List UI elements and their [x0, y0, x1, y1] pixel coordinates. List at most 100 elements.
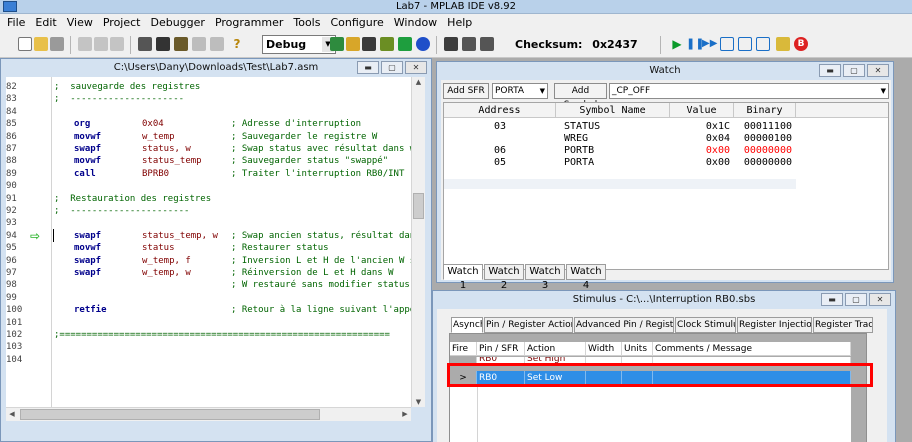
minimize-icon[interactable]: ▬: [819, 64, 841, 77]
code-line[interactable]: 100 retfie ; Retour à la ligne suivant l'a…: [6, 304, 411, 316]
open-project-icon[interactable]: [346, 37, 360, 51]
watch-tab[interactable]: Watch 3: [525, 264, 565, 291]
code-line[interactable]: 88 movwf status_temp ; Sauvegarder status "…: [6, 155, 411, 167]
print-icon[interactable]: [138, 37, 152, 51]
stimulus-tab[interactable]: Clock Stimulus: [675, 317, 736, 333]
maximize-icon[interactable]: ▢: [843, 64, 865, 77]
cut-icon[interactable]: [78, 37, 92, 51]
close-icon[interactable]: ✕: [869, 293, 891, 306]
code-line[interactable]: 90: [6, 180, 411, 192]
watch-row[interactable]: 05 PORTA 0x00 00000000: [444, 157, 796, 169]
copy-icon[interactable]: [94, 37, 108, 51]
find-in-files-icon[interactable]: [174, 37, 188, 51]
build-icon[interactable]: [380, 37, 394, 51]
col-binary[interactable]: Binary: [734, 103, 796, 118]
stimulus-vertical-scrollbar[interactable]: [851, 334, 866, 442]
watch-row[interactable]: 06 PORTB 0x00 00000000: [444, 145, 796, 157]
code-line[interactable]: 97 swapf w_temp, w ; Réinversion de L et H …: [6, 267, 411, 279]
scroll-down-icon[interactable]: ▼: [412, 398, 425, 406]
code-line[interactable]: 103: [6, 341, 411, 353]
code-line[interactable]: 87 swapf status, w ; Swap status avec résul…: [6, 143, 411, 155]
step-over-icon[interactable]: [738, 37, 752, 51]
stimulus-tab[interactable]: Register Injection: [737, 317, 812, 333]
code-line[interactable]: 82 ; sauvegarde des registres: [6, 81, 411, 93]
breakpoint-icon[interactable]: B: [794, 37, 808, 51]
col-width[interactable]: Width: [586, 342, 622, 356]
stimulus-tab[interactable]: Advanced Pin / Register: [574, 317, 674, 333]
code-line[interactable]: 93: [6, 217, 411, 229]
add-sfr-button[interactable]: Add SFR: [443, 83, 489, 99]
col-comments[interactable]: Comments / Message: [653, 342, 851, 356]
code-line[interactable]: 98 ; W restauré sans modifier status: [6, 279, 411, 291]
stimulus-tab[interactable]: Pin / Register Actions: [484, 317, 573, 333]
col-symbol-name[interactable]: Symbol Name: [556, 103, 670, 118]
code-line[interactable]: 89 call BPRB0 ; Traiter l'interruption RB0/…: [6, 168, 411, 180]
stimulus-tab[interactable]: Register Trace: [813, 317, 873, 333]
stimulus-tab[interactable]: Asynch: [451, 317, 483, 333]
code-line[interactable]: 83 ; ---------------------: [6, 93, 411, 105]
menu-file[interactable]: File: [2, 14, 30, 32]
code-line[interactable]: 102 ;====================================…: [6, 329, 411, 341]
save-icon[interactable]: [50, 37, 64, 51]
scroll-up-icon[interactable]: ▲: [412, 78, 425, 86]
code-line[interactable]: 101: [6, 317, 411, 329]
bookmark-next-icon[interactable]: [210, 37, 224, 51]
minimize-icon[interactable]: ▬: [821, 293, 843, 306]
build-config-select[interactable]: Debug ▼: [262, 35, 336, 54]
halt-icon[interactable]: ❚❚: [686, 37, 704, 51]
code-editor[interactable]: 82 ; sauvegarde des registres 83 ; --------…: [6, 77, 411, 407]
memory-icon[interactable]: [462, 37, 476, 51]
make-icon[interactable]: [330, 37, 344, 51]
menu-tools[interactable]: Tools: [288, 14, 325, 32]
col-fire[interactable]: Fire: [450, 342, 477, 356]
info-icon[interactable]: [416, 37, 430, 51]
code-line[interactable]: 85 org 0x04 ; Adresse d'interruption: [6, 118, 411, 130]
close-icon[interactable]: ✕: [867, 64, 889, 77]
reset-icon[interactable]: [776, 37, 790, 51]
sfr-select[interactable]: PORTA ▼: [492, 83, 548, 99]
minimize-icon[interactable]: ▬: [357, 61, 379, 74]
col-address[interactable]: Address: [444, 103, 556, 118]
maximize-icon[interactable]: ▢: [845, 293, 867, 306]
col-units[interactable]: Units: [622, 342, 653, 356]
menu-debugger[interactable]: Debugger: [145, 14, 209, 32]
symbol-select[interactable]: _CP_OFF ▼: [609, 83, 889, 99]
code-line[interactable]: 94 swapf status_temp, w ; Swap ancien statu…: [6, 230, 411, 242]
scroll-right-icon[interactable]: ▶: [400, 410, 410, 418]
menu-configure[interactable]: Configure: [325, 14, 388, 32]
watch-empty-row[interactable]: [444, 179, 796, 189]
new-file-icon[interactable]: [18, 37, 32, 51]
menu-edit[interactable]: Edit: [30, 14, 61, 32]
code-line[interactable]: 84: [6, 106, 411, 118]
scroll-thumb[interactable]: [413, 193, 424, 219]
program-memory-icon[interactable]: [480, 37, 494, 51]
maximize-icon[interactable]: ▢: [381, 61, 403, 74]
col-action[interactable]: Action: [525, 342, 586, 356]
watch-row[interactable]: WREG 0x04 00000100: [444, 133, 796, 145]
watch-tab[interactable]: Watch 1: [443, 264, 483, 291]
bookmark-icon[interactable]: [192, 37, 206, 51]
menu-project[interactable]: Project: [98, 14, 146, 32]
scroll-left-icon[interactable]: ◀: [7, 410, 17, 418]
editor-horizontal-scrollbar[interactable]: ◀ ▶: [6, 407, 411, 421]
step-out-icon[interactable]: [756, 37, 770, 51]
menu-programmer[interactable]: Programmer: [210, 14, 288, 32]
paste-icon[interactable]: [110, 37, 124, 51]
col-pin-sfr[interactable]: Pin / SFR: [477, 342, 525, 356]
menu-view[interactable]: View: [62, 14, 98, 32]
editor-vertical-scrollbar[interactable]: ▲ ▼: [411, 77, 425, 407]
add-symbol-button[interactable]: Add Symbol: [554, 83, 607, 110]
col-value[interactable]: Value: [670, 103, 734, 118]
step-into-icon[interactable]: [720, 37, 734, 51]
close-icon[interactable]: ✕: [405, 61, 427, 74]
hscroll-thumb[interactable]: [20, 409, 320, 420]
watch-tab[interactable]: Watch 4: [566, 264, 606, 291]
run-icon[interactable]: ▶: [670, 37, 684, 51]
watch-tab[interactable]: Watch 2: [484, 264, 524, 291]
code-line[interactable]: 95 movwf status ; Restaurer status: [6, 242, 411, 254]
stimulus-empty-rows[interactable]: [477, 386, 851, 442]
code-line[interactable]: 104: [6, 354, 411, 366]
code-line[interactable]: 96 swapf w_temp, f ; Inversion L et H de l'…: [6, 255, 411, 267]
code-line[interactable]: 91 ; Restauration des registres: [6, 193, 411, 205]
settings-icon[interactable]: [444, 37, 458, 51]
